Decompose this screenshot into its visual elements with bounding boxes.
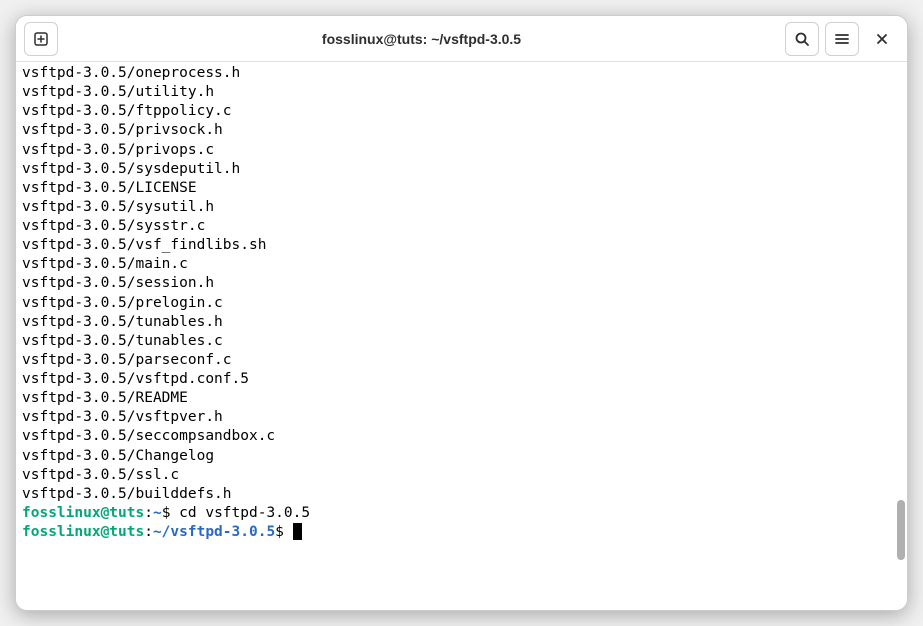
hamburger-icon — [834, 31, 850, 47]
search-button[interactable] — [785, 22, 819, 56]
terminal-window: fosslinux@tuts: ~/vsftpd-3.0.5 vsftpd-3 — [15, 15, 908, 611]
prompt-command: cd vsftpd-3.0.5 — [179, 505, 310, 521]
terminal-prompt-line: fosslinux@tuts:~/vsftpd-3.0.5$ — [22, 523, 901, 542]
terminal-output-line: vsftpd-3.0.5/tunables.h — [22, 313, 901, 332]
plus-icon — [33, 31, 49, 47]
titlebar: fosslinux@tuts: ~/vsftpd-3.0.5 — [16, 16, 907, 62]
close-button[interactable] — [865, 22, 899, 56]
menu-button[interactable] — [825, 22, 859, 56]
terminal-output-line: vsftpd-3.0.5/main.c — [22, 255, 901, 274]
prompt-sep2: $ — [275, 524, 292, 540]
terminal-output-line: vsftpd-3.0.5/sysutil.h — [22, 198, 901, 217]
terminal-output-line: vsftpd-3.0.5/session.h — [22, 274, 901, 293]
prompt-user: fosslinux@tuts — [22, 524, 144, 540]
terminal-output-line: vsftpd-3.0.5/parseconf.c — [22, 351, 901, 370]
terminal-output-line: vsftpd-3.0.5/Changelog — [22, 447, 901, 466]
terminal-content[interactable]: vsftpd-3.0.5/oneprocess.hvsftpd-3.0.5/ut… — [16, 62, 907, 610]
prompt-user: fosslinux@tuts — [22, 505, 144, 521]
terminal-output-line: vsftpd-3.0.5/vsf_findlibs.sh — [22, 236, 901, 255]
scrollbar-thumb[interactable] — [897, 500, 905, 560]
terminal-output-line: vsftpd-3.0.5/sysdeputil.h — [22, 160, 901, 179]
prompt-path: ~/vsftpd-3.0.5 — [153, 524, 275, 540]
terminal-output-line: vsftpd-3.0.5/utility.h — [22, 83, 901, 102]
terminal-output-line: vsftpd-3.0.5/privsock.h — [22, 121, 901, 140]
terminal-output-line: vsftpd-3.0.5/seccompsandbox.c — [22, 427, 901, 446]
terminal-output-line: vsftpd-3.0.5/prelogin.c — [22, 294, 901, 313]
terminal-output-line: vsftpd-3.0.5/sysstr.c — [22, 217, 901, 236]
terminal-output-line: vsftpd-3.0.5/oneprocess.h — [22, 64, 901, 83]
window-title: fosslinux@tuts: ~/vsftpd-3.0.5 — [64, 31, 779, 47]
terminal-output-line: vsftpd-3.0.5/builddefs.h — [22, 485, 901, 504]
terminal-output-line: vsftpd-3.0.5/ftppolicy.c — [22, 102, 901, 121]
close-icon — [875, 32, 889, 46]
terminal-output-line: vsftpd-3.0.5/ssl.c — [22, 466, 901, 485]
terminal-output-line: vsftpd-3.0.5/vsftpver.h — [22, 408, 901, 427]
terminal-output-line: vsftpd-3.0.5/vsftpd.conf.5 — [22, 370, 901, 389]
terminal-output-line: vsftpd-3.0.5/tunables.c — [22, 332, 901, 351]
prompt-sep2: $ — [162, 505, 179, 521]
terminal-output-line: vsftpd-3.0.5/privops.c — [22, 141, 901, 160]
titlebar-controls — [785, 22, 899, 56]
terminal-output: vsftpd-3.0.5/oneprocess.hvsftpd-3.0.5/ut… — [22, 64, 901, 504]
prompt-sep: : — [144, 505, 153, 521]
search-icon — [794, 31, 810, 47]
prompt-sep: : — [144, 524, 153, 540]
terminal-prompt-line: fosslinux@tuts:~$ cd vsftpd-3.0.5 — [22, 504, 901, 523]
prompt-path: ~ — [153, 505, 162, 521]
terminal-output-line: vsftpd-3.0.5/README — [22, 389, 901, 408]
terminal-output-line: vsftpd-3.0.5/LICENSE — [22, 179, 901, 198]
new-tab-button[interactable] — [24, 22, 58, 56]
cursor — [293, 523, 302, 540]
